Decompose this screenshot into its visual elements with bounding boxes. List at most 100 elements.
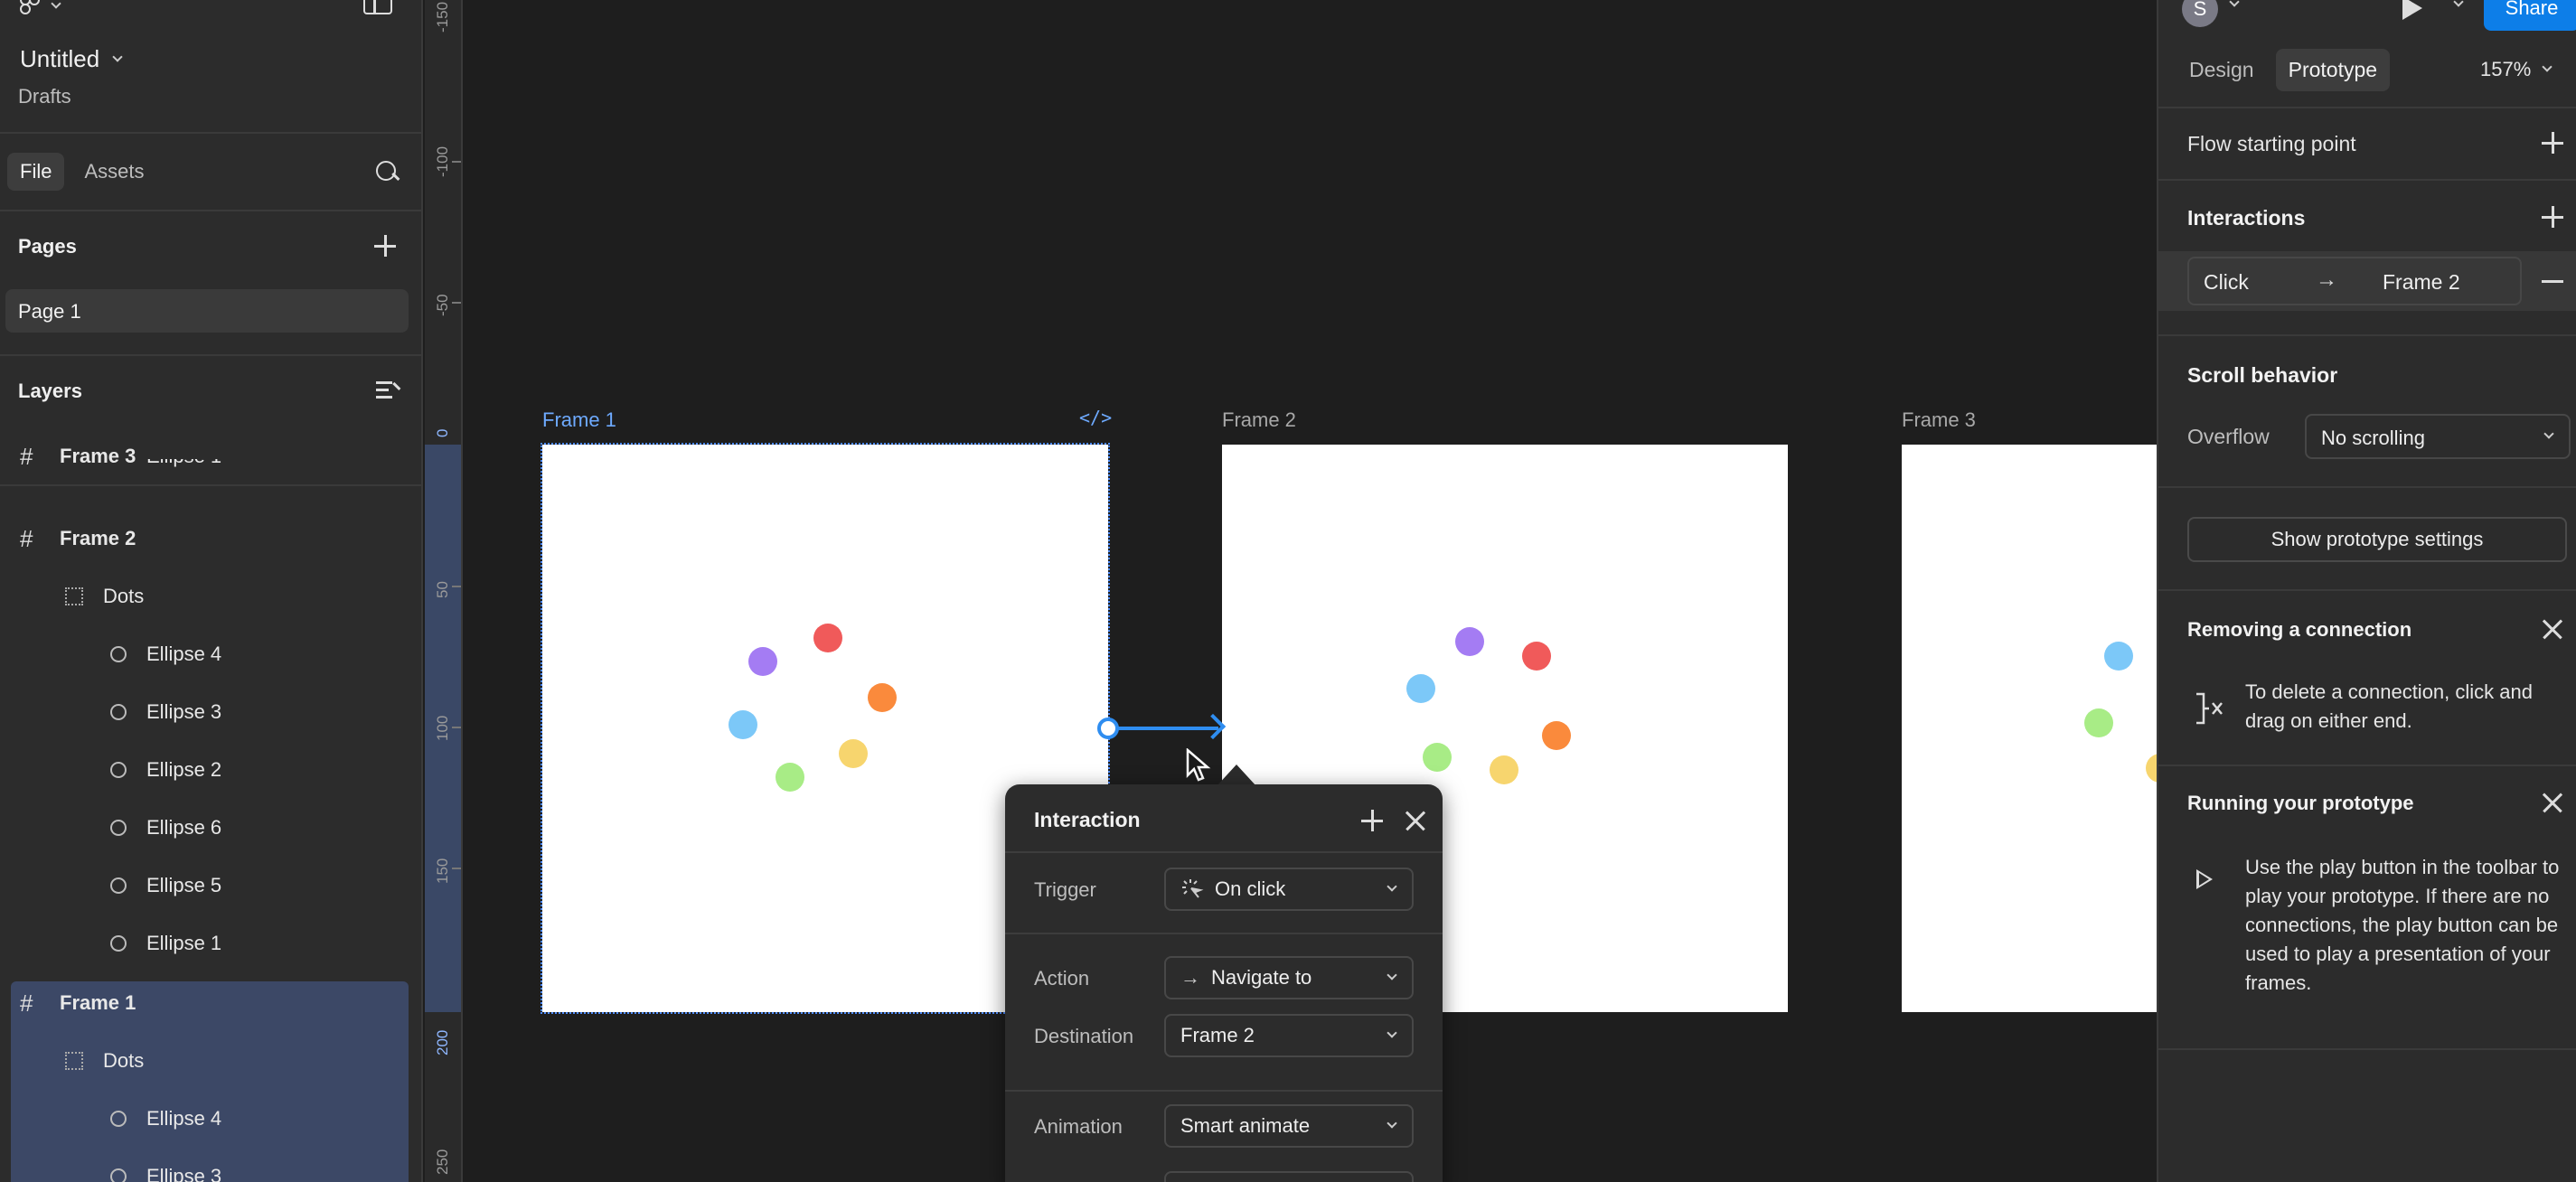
ellipse-dot[interactable] — [1406, 674, 1435, 703]
remove-interaction-icon[interactable] — [2542, 280, 2563, 283]
add-page-icon[interactable] — [374, 235, 396, 257]
layer-label: Frame 2 — [60, 527, 136, 549]
layer-ellipse[interactable]: Ellipse 4 — [0, 1090, 421, 1148]
divider — [1005, 851, 1443, 853]
divider — [1005, 933, 1443, 934]
show-prototype-settings-button[interactable]: Show prototype settings — [2187, 517, 2567, 562]
chevron-down-icon[interactable] — [2453, 0, 2464, 7]
chevron-down-icon — [2542, 61, 2552, 72]
share-button[interactable]: Share — [2484, 0, 2576, 31]
layer-label: Ellipse 6 — [146, 816, 222, 839]
tip-title: Running your prototype — [2187, 792, 2414, 814]
divider — [2158, 765, 2576, 766]
ellipse-dot[interactable] — [776, 763, 804, 792]
frame-label[interactable]: Frame 3 — [1902, 408, 1976, 432]
tap-icon — [1182, 879, 1204, 898]
zoom-control[interactable]: 157% — [2480, 58, 2552, 81]
tab-file[interactable]: File — [7, 153, 65, 191]
page-item[interactable]: Page 1 — [5, 289, 409, 333]
ruler-tick — [452, 302, 461, 304]
close-icon[interactable] — [2542, 618, 2563, 640]
ellipse-dot[interactable] — [1522, 642, 1551, 671]
layer-ellipse[interactable]: Ellipse 1 — [0, 459, 421, 488]
add-flow-icon[interactable] — [2542, 132, 2563, 154]
project-title[interactable]: Untitled — [20, 45, 123, 73]
ellipse-dot[interactable] — [748, 647, 777, 676]
ruler-label: -50 — [434, 294, 451, 316]
chevron-down-icon — [1387, 881, 1397, 892]
add-interaction-icon[interactable] — [1361, 810, 1383, 831]
tab-design[interactable]: Design — [2176, 49, 2267, 91]
layer-ellipse[interactable]: Ellipse 5 — [0, 857, 421, 915]
interactions-header: Interactions — [2187, 206, 2306, 230]
action-value: Navigate to — [1211, 966, 1312, 989]
layer-ellipse[interactable]: Ellipse 3 — [0, 1148, 421, 1182]
canvas[interactable]: Frame 1 </> Frame 2 Frame 3 Interaction — [463, 0, 2157, 1182]
ellipse-icon — [110, 646, 127, 662]
present-play-icon[interactable] — [2402, 0, 2422, 20]
project-location[interactable]: Drafts — [18, 85, 71, 108]
action-select[interactable]: → Navigate to — [1164, 956, 1414, 999]
interaction-popup: Interaction Trigger On click Action → Na… — [1005, 784, 1443, 1182]
layer-ellipse[interactable]: Ellipse 1 — [0, 915, 421, 972]
chevron-down-icon — [1387, 1118, 1397, 1129]
ruler-label: 50 — [434, 581, 451, 598]
ellipse-dot[interactable] — [1455, 627, 1484, 656]
scroll-behavior-header: Scroll behavior — [2187, 363, 2338, 387]
trigger-select[interactable]: On click — [1164, 868, 1414, 911]
chevron-down-icon[interactable] — [51, 0, 61, 9]
ellipse-dot[interactable] — [2084, 708, 2113, 737]
ruler-label: -100 — [434, 145, 451, 177]
ellipse-dot[interactable] — [2104, 642, 2133, 671]
destination-row: Destination Frame 2 — [1005, 1008, 1443, 1063]
figma-logo-icon[interactable] — [20, 0, 43, 18]
destination-select[interactable]: Frame 2 — [1164, 1014, 1414, 1057]
avatar[interactable]: S — [2182, 0, 2218, 27]
layer-label: Ellipse 1 — [146, 932, 222, 954]
ellipse-dot[interactable] — [813, 624, 842, 652]
connection-start-handle[interactable] — [1097, 718, 1119, 739]
frame-3[interactable] — [1902, 445, 2157, 1012]
search-icon[interactable] — [376, 161, 400, 184]
chevron-down-icon[interactable] — [2229, 0, 2240, 7]
layer-label: Dots — [103, 1049, 145, 1072]
layer-ellipse[interactable]: Ellipse 3 — [0, 683, 421, 741]
trigger-row: Trigger On click — [1005, 862, 1443, 916]
divider — [0, 210, 421, 211]
frame-label[interactable]: Frame 1 — [542, 408, 616, 432]
frame-label[interactable]: Frame 2 — [1222, 408, 1296, 432]
ellipse-dot[interactable] — [729, 710, 757, 739]
close-icon[interactable] — [1405, 810, 1426, 831]
animation-select[interactable]: Smart animate — [1164, 1104, 1414, 1148]
left-tabs: File Assets — [0, 152, 421, 192]
layer-ellipse[interactable]: Ellipse 4 — [0, 625, 421, 683]
code-icon[interactable]: </> — [1079, 407, 1112, 428]
layer-frame[interactable]: # Frame 2 — [0, 510, 421, 568]
tab-prototype[interactable]: Prototype — [2275, 49, 2391, 91]
ellipse-dot[interactable] — [839, 739, 868, 768]
animation-easing-select[interactable] — [1164, 1171, 1414, 1182]
layer-ellipse[interactable]: Ellipse 6 — [0, 799, 421, 857]
interaction-row[interactable]: Click → Frame 2 — [2187, 257, 2522, 305]
layer-frame-selected[interactable]: # Frame 1 — [0, 974, 421, 1032]
layers-menu-icon[interactable] — [376, 381, 401, 401]
main-menu[interactable] — [20, 0, 61, 18]
ellipse-dot[interactable] — [1423, 743, 1452, 772]
ellipse-dot[interactable] — [1542, 721, 1571, 750]
close-icon[interactable] — [2542, 792, 2563, 813]
ellipse-dot[interactable] — [868, 683, 897, 712]
layer-label: Ellipse 4 — [146, 643, 222, 665]
overflow-select[interactable]: No scrolling — [2305, 414, 2571, 459]
sidebar-toggle-icon[interactable] — [363, 0, 392, 14]
ellipse-dot[interactable] — [1490, 755, 1518, 784]
tab-assets[interactable]: Assets — [71, 153, 156, 191]
layer-group[interactable]: Dots — [0, 568, 421, 625]
layer-ellipse[interactable]: Ellipse 2 — [0, 741, 421, 799]
layer-group[interactable]: Dots — [0, 1032, 421, 1090]
ruler-label: 150 — [434, 858, 451, 884]
ellipse-dot[interactable] — [2146, 754, 2157, 783]
add-interaction-icon[interactable] — [2542, 206, 2563, 228]
ruler-label: 100 — [434, 715, 451, 741]
ruler-tick — [452, 868, 461, 869]
vertical-ruler: -150 -100 -50 0 50 100 150 200 250 — [425, 0, 463, 1182]
